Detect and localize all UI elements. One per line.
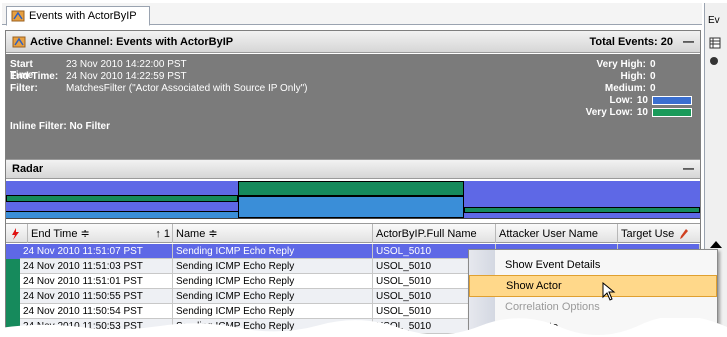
end-time-value: 24 Nov 2010 14:22:59 PST (66, 71, 187, 82)
radar-collapse-button[interactable]: — (683, 163, 694, 175)
tab-label: Events with ActorByIP (29, 10, 137, 22)
cell-name: Sending ICMP Echo Reply (173, 259, 373, 274)
severity-strip (6, 304, 20, 319)
end-time-label: End Time: (10, 71, 59, 82)
severity-very-low: Very Low: 10 (586, 107, 692, 118)
severity-strip (6, 244, 20, 259)
column-end-time[interactable]: End Time ≑ ↑ 1 (28, 224, 173, 243)
pencil-icon (680, 228, 689, 239)
radar-bar-green-2 (238, 181, 464, 196)
column-name[interactable]: Name ≑ (173, 224, 373, 243)
cell-name: Sending ICMP Echo Reply (173, 304, 373, 319)
menu-item-correlation-options[interactable]: Correlation Options (469, 296, 717, 318)
severity-low-bar (652, 96, 692, 105)
cell-end-time: 24 Nov 2010 11:51:03 PST (20, 259, 173, 274)
radio-icon[interactable] (709, 56, 719, 66)
cell-end-time: 24 Nov 2010 11:50:54 PST (20, 304, 173, 319)
tab-events-with-actorbyip[interactable]: Events with ActorByIP (6, 6, 150, 26)
editor-tab-strip: Events with ActorByIP (2, 3, 702, 26)
channel-title: Active Channel: Events with ActorByIP (30, 35, 234, 48)
cell-name: Sending ICMP Echo Reply (173, 244, 373, 259)
radar-bar-blue-2 (6, 211, 238, 218)
severity-strip (6, 259, 20, 274)
events-table-header: End Time ≑ ↑ 1 Name ≑ ActorByIP.Full Nam… (6, 223, 700, 243)
severity-very-high: Very High: 0 (596, 59, 656, 70)
severity-strip (6, 289, 20, 304)
side-panel-label: Ev (708, 15, 720, 26)
severity-low: Low: 10 (610, 95, 692, 106)
column-target-user[interactable]: Target Use (618, 224, 700, 243)
cell-end-time: 24 Nov 2010 11:50:55 PST (20, 289, 173, 304)
priority-column-icon[interactable] (6, 224, 28, 243)
menu-item-show-actor[interactable]: Show Actor (469, 275, 717, 297)
filter-value: MatchesFilter ("Actor Associated with So… (66, 83, 308, 94)
severity-very-low-bar (652, 108, 692, 117)
cell-end-time: 24 Nov 2010 11:51:07 PST (20, 244, 173, 259)
radar-bar-blue (238, 196, 464, 218)
radar-bar-green-1 (6, 195, 238, 202)
severity-medium: Medium: 0 (604, 83, 656, 94)
cell-name: Sending ICMP Echo Reply (173, 274, 373, 289)
total-events: Total Events: 20 (589, 35, 673, 48)
filter-label: Filter: (10, 83, 38, 94)
channel-icon (12, 36, 26, 47)
channel-info: Start Time: 23 Nov 2010 14:22:00 PST End… (6, 54, 700, 174)
severity-high: High: 0 (620, 71, 656, 82)
cell-name: Sending ICMP Echo Reply (173, 289, 373, 304)
radar-title: Radar (12, 163, 44, 175)
radar-header: Radar — (6, 159, 700, 179)
inline-filter: Inline Filter: No Filter (10, 121, 111, 132)
console-window: Events with ActorByIP Ev Active Channel:… (0, 0, 727, 337)
grid-icon[interactable] (709, 37, 721, 49)
channel-header: Active Channel: Events with ActorByIP To… (6, 31, 700, 53)
severity-strip (6, 274, 20, 289)
radar-timeline (6, 181, 700, 219)
torn-edge-decoration (0, 318, 727, 337)
menu-item-show-event-details[interactable]: Show Event Details (469, 254, 717, 276)
column-attacker-user-name[interactable]: Attacker User Name (496, 224, 618, 243)
radar-bar-green-3 (464, 207, 700, 213)
cell-end-time: 24 Nov 2010 11:51:01 PST (20, 274, 173, 289)
scroll-up-icon[interactable] (709, 239, 723, 249)
channel-icon (11, 10, 25, 22)
column-actorbyip-full-name[interactable]: ActorByIP.Full Name (373, 224, 496, 243)
collapse-button[interactable]: — (683, 36, 694, 48)
mouse-cursor-icon (602, 282, 616, 301)
